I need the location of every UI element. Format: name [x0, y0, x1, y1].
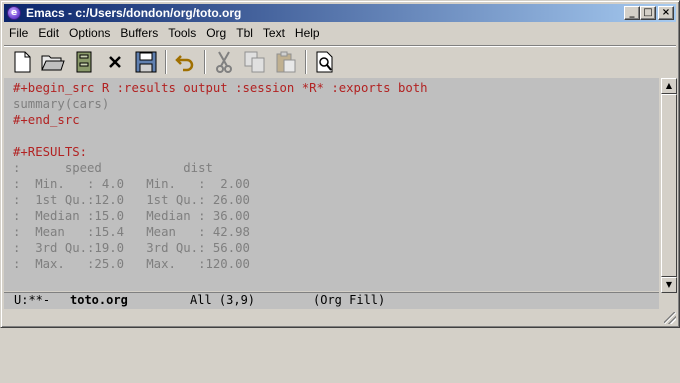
minibuffer[interactable]	[4, 309, 659, 325]
menu-options[interactable]: Options	[64, 26, 115, 40]
modeline-buffer-name[interactable]: toto.org	[70, 293, 128, 308]
code-line[interactable]: #+end_src	[13, 112, 80, 128]
menu-buffers[interactable]: Buffers	[115, 26, 163, 40]
code-line[interactable]: : 3rd Qu.:19.0 3rd Qu.: 56.00	[13, 240, 250, 256]
menu-org[interactable]: Org	[201, 26, 231, 40]
menu-tbl[interactable]: Tbl	[231, 26, 258, 40]
copy-icon[interactable]	[242, 49, 268, 75]
toolbar-separator	[305, 50, 307, 74]
emacs-app-icon: e	[7, 6, 21, 20]
code-line[interactable]: : Min. : 4.0 Min. : 2.00	[13, 176, 250, 192]
menu-text[interactable]: Text	[258, 26, 290, 40]
close-buffer-icon[interactable]	[102, 49, 128, 75]
save-floppy-icon[interactable]	[133, 49, 159, 75]
close-button[interactable]: ×	[658, 6, 674, 20]
menu-tools[interactable]: Tools	[163, 26, 201, 40]
code-line[interactable]: #+begin_src R :results output :session *…	[13, 80, 428, 96]
editor-buffer[interactable]: #+begin_src R :results output :session *…	[4, 78, 659, 291]
title-bar[interactable]: e Emacs - c:/Users/dondon/org/toto.org _…	[4, 4, 676, 22]
menu-edit[interactable]: Edit	[33, 26, 64, 40]
maximize-button[interactable]: □	[640, 6, 656, 20]
code-line[interactable]: : Mean :15.4 Mean : 42.98	[13, 224, 250, 240]
mode-line[interactable]: U:**- toto.org All (3,9) (Org Fill)	[4, 292, 659, 309]
code-line[interactable]: summary(cars)	[13, 96, 109, 112]
menu-help[interactable]: Help	[290, 26, 325, 40]
code-line[interactable]: : speed dist	[13, 160, 213, 176]
window-title: Emacs - c:/Users/dondon/org/toto.org	[26, 6, 242, 20]
open-folder-icon[interactable]	[40, 49, 66, 75]
toolbar	[4, 45, 676, 78]
scroll-thumb[interactable]	[661, 94, 677, 277]
menu-bar: File Edit Options Buffers Tools Org Tbl …	[4, 23, 676, 43]
emacs-window: e Emacs - c:/Users/dondon/org/toto.org _…	[0, 0, 680, 328]
scroll-down-arrow-icon[interactable]: ▼	[661, 277, 677, 293]
resize-grip-icon[interactable]	[664, 312, 676, 324]
undo-icon[interactable]	[172, 49, 198, 75]
cut-scissors-icon[interactable]	[211, 49, 237, 75]
modeline-modes[interactable]: (Org Fill)	[313, 293, 385, 308]
modeline-position: All (3,9)	[190, 293, 256, 307]
code-line[interactable]: : Max. :25.0 Max. :120.00	[13, 256, 250, 272]
dired-cabinet-icon[interactable]	[71, 49, 97, 75]
vertical-scrollbar[interactable]: ▲ ▼	[661, 78, 677, 293]
search-document-icon[interactable]	[312, 49, 338, 75]
paste-icon[interactable]	[273, 49, 299, 75]
code-line[interactable]: : Median :15.0 Median : 36.00	[13, 208, 250, 224]
code-line[interactable]: : 1st Qu.:12.0 1st Qu.: 26.00	[13, 192, 250, 208]
scroll-up-arrow-icon[interactable]: ▲	[661, 78, 677, 94]
new-file-icon[interactable]	[9, 49, 35, 75]
toolbar-separator	[165, 50, 167, 74]
modeline-status: U:**-	[14, 293, 51, 307]
minimize-button[interactable]: _	[624, 6, 640, 20]
code-line[interactable]: #+RESULTS:	[13, 144, 87, 160]
menu-file[interactable]: File	[4, 26, 33, 40]
toolbar-separator	[204, 50, 206, 74]
